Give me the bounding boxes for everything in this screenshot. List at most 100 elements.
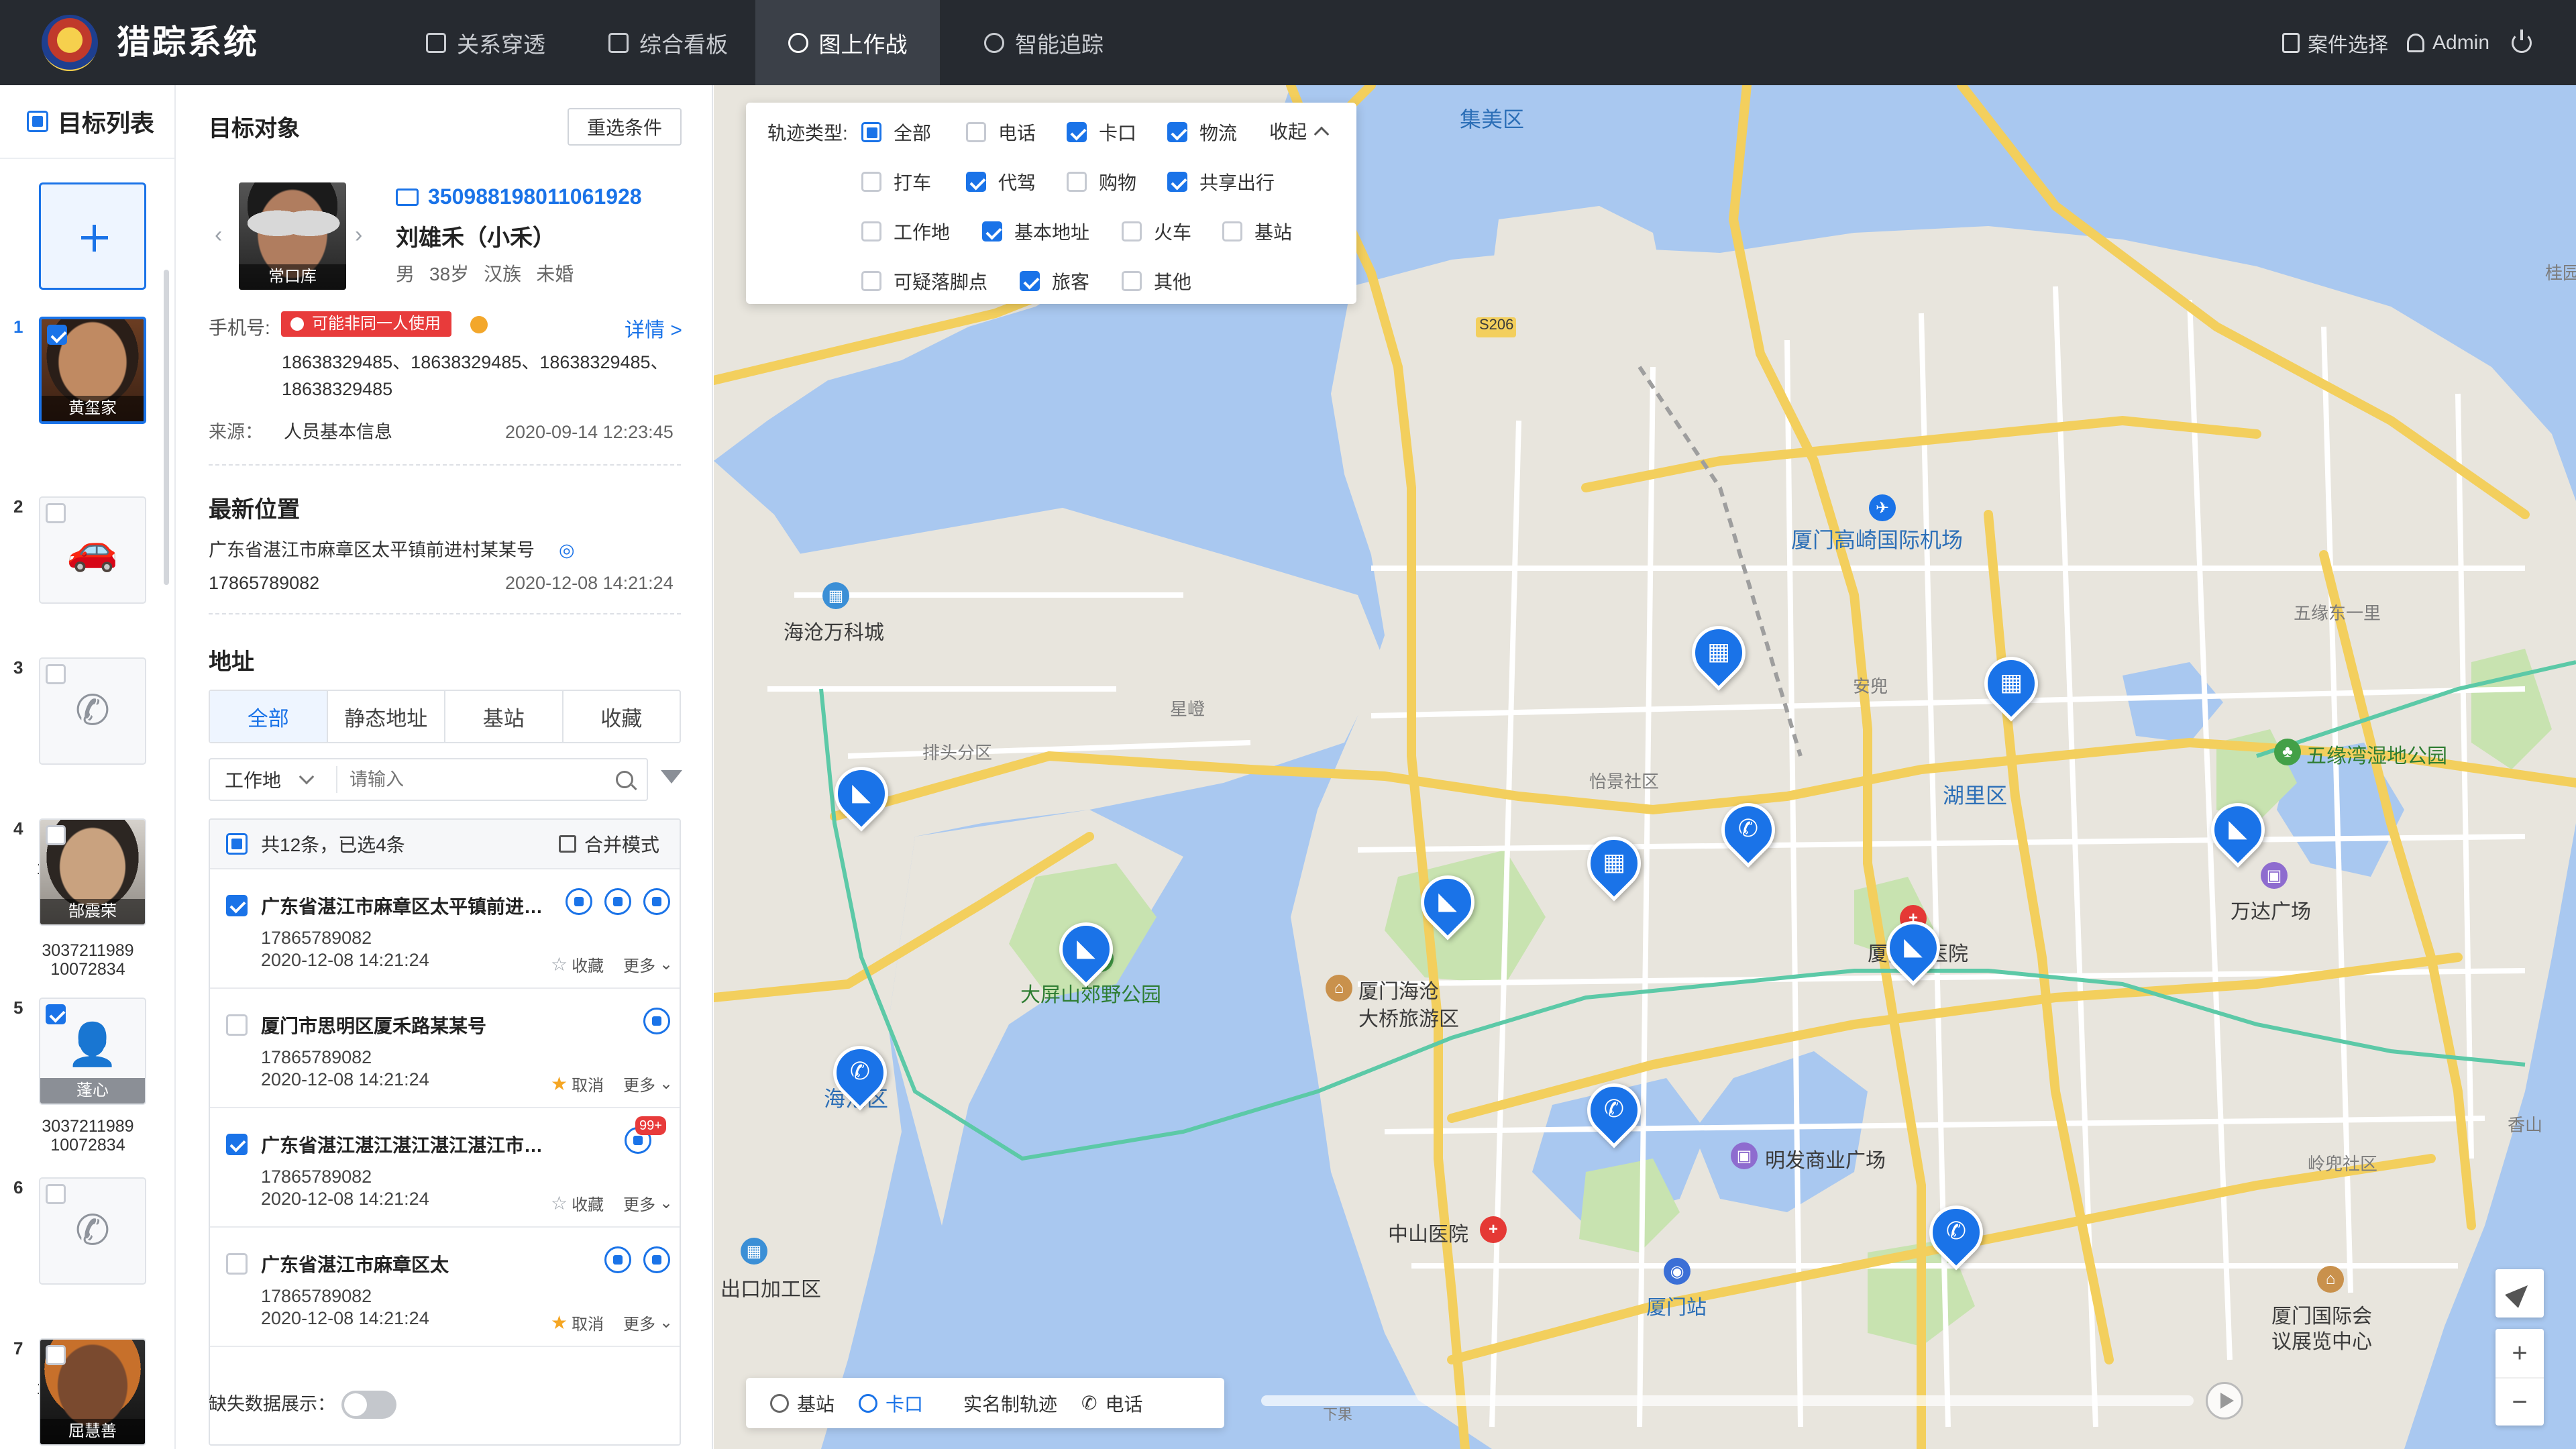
target-checkbox[interactable] [46, 1004, 66, 1024]
filter-checkbox[interactable] [966, 122, 986, 142]
address-row[interactable]: 厦门市思明区厦禾路某某号 17865789082 2020-12-08 14:2… [210, 989, 680, 1108]
prev-photo-chevron-icon[interactable]: ‹ [215, 222, 222, 248]
unfavorite-button[interactable]: ★ 取消 [551, 1311, 604, 1334]
checkpoint-icon[interactable] [604, 888, 631, 915]
address-checkbox[interactable] [226, 1014, 248, 1036]
merge-mode-button[interactable]: 合并模式 [558, 830, 659, 857]
favorite-button[interactable]: ☆ 收藏 [551, 1191, 604, 1215]
target-card[interactable]: 郜震荣 [39, 818, 146, 926]
filter-checkbox[interactable] [1020, 271, 1040, 291]
address-row[interactable]: 广东省湛江市麻章区太 17865789082 2020-12-08 14:21:… [210, 1228, 680, 1347]
checkpoint-map-pin[interactable]: ◣ [823, 755, 900, 832]
filter-checkbox[interactable] [1122, 271, 1142, 291]
timeline-slider[interactable] [1261, 1395, 2194, 1406]
filter-icon[interactable] [661, 770, 682, 784]
train-station-icon[interactable]: ◉ [1664, 1258, 1690, 1285]
filter-checkbox[interactable] [966, 172, 986, 192]
address-row[interactable]: 广东省湛江湛江湛江湛江湛江市麻章区太平镇 99+ 17865789082 202… [210, 1108, 680, 1228]
car-pin-icon[interactable] [643, 1008, 670, 1034]
collapse-filter-button[interactable]: 收起 [1269, 117, 1330, 144]
filter-option-passenger[interactable]: 旅客 [1020, 268, 1089, 294]
select-all-checkbox[interactable] [27, 111, 48, 132]
filter-option-base-station[interactable]: 基站 [1222, 218, 1292, 245]
select-all-address-checkbox[interactable] [226, 833, 248, 855]
filter-option-shopping[interactable]: 购物 [1067, 168, 1136, 195]
filter-checkbox[interactable] [1167, 172, 1187, 192]
more-button[interactable]: 更多 ⌄ [623, 1072, 673, 1095]
filter-checkbox[interactable] [861, 221, 881, 241]
warning-info-icon[interactable] [470, 316, 488, 333]
more-button[interactable]: 更多 ⌄ [623, 953, 673, 976]
more-button[interactable]: 更多 ⌄ [623, 1311, 673, 1334]
shopping-icon[interactable]: ▣ [2261, 862, 2288, 889]
zoom-in-button[interactable]: + [2512, 1329, 2527, 1377]
park-icon[interactable]: ♣ [2274, 739, 2301, 765]
shopping-icon[interactable]: ▣ [1731, 1142, 1758, 1169]
filter-option-shared-mobility[interactable]: 共享出行 [1167, 168, 1275, 195]
next-photo-chevron-icon[interactable]: › [355, 222, 362, 248]
building-map-pin[interactable]: ▦ [1576, 825, 1652, 902]
filter-option-designated-driver[interactable]: 代驾 [966, 168, 1036, 195]
attraction-icon[interactable]: ⌂ [1326, 975, 1352, 1002]
location-pin-icon[interactable]: ◎ [559, 537, 575, 564]
target-checkbox[interactable] [46, 825, 66, 845]
filter-option-other[interactable]: 其他 [1122, 268, 1191, 294]
filter-checkbox[interactable] [982, 221, 1002, 241]
target-checkbox[interactable] [47, 325, 67, 345]
address-search-input[interactable] [337, 769, 616, 790]
filter-option-basic-address[interactable]: 基本地址 [982, 218, 1089, 245]
phone-detail-link[interactable]: 详情 > [625, 313, 682, 343]
checkpoint-map-pin[interactable]: ◣ [1048, 911, 1124, 987]
car-pin-icon[interactable] [643, 1246, 670, 1273]
building-map-pin[interactable]: ▦ [1973, 645, 2049, 722]
nav-tab-tracking[interactable]: 智能追踪 [970, 0, 1118, 85]
filter-checkbox[interactable] [861, 122, 881, 142]
filter-checkbox[interactable] [1067, 172, 1087, 192]
filter-option-checkpoint[interactable]: 卡口 [1067, 119, 1136, 146]
filter-option-workplace[interactable]: 工作地 [861, 218, 950, 245]
legend-real-name-track[interactable]: 实名制轨迹 [963, 1390, 1057, 1417]
legend-checkpoint[interactable]: 卡口 [859, 1390, 923, 1417]
target-checkbox[interactable] [46, 503, 66, 523]
filter-option-phone[interactable]: 电话 [966, 119, 1036, 146]
more-button[interactable]: 更多 ⌄ [623, 1191, 673, 1215]
filter-checkbox[interactable] [861, 271, 881, 291]
airport-icon[interactable]: ✈ [1869, 494, 1896, 521]
checkpoint-map-pin[interactable]: ◣ [1875, 910, 1951, 986]
filter-checkbox[interactable] [1167, 122, 1187, 142]
target-card[interactable]: 屈慧善 [39, 1338, 146, 1446]
target-card[interactable]: 👤 蓬心 [39, 998, 146, 1105]
exhibition-icon[interactable]: ⌂ [2317, 1266, 2344, 1293]
phone-map-pin[interactable]: ✆ [1710, 792, 1786, 868]
target-card[interactable]: ✆ [39, 657, 146, 765]
tab-base-station[interactable]: 基站 [445, 691, 564, 742]
tab-static-address[interactable]: 静态地址 [328, 691, 445, 742]
filter-checkbox[interactable] [1122, 221, 1142, 241]
nav-tab-map-battle[interactable]: 图上作战 [755, 0, 940, 85]
legend-base-station[interactable]: 基站 [770, 1390, 835, 1417]
power-button[interactable] [2512, 0, 2532, 85]
play-button[interactable] [2206, 1382, 2243, 1419]
locate-button[interactable] [2496, 1269, 2544, 1318]
unfavorite-button[interactable]: ★ 取消 [551, 1072, 604, 1095]
building-poi-icon[interactable]: ▦ [741, 1238, 767, 1265]
target-card[interactable]: 🚗 [39, 496, 146, 604]
favorite-button[interactable]: ☆ 收藏 [551, 953, 604, 976]
legend-phone[interactable]: ✆ 电话 [1081, 1390, 1142, 1417]
zoom-out-button[interactable]: − [2496, 1377, 2544, 1426]
filter-option-all[interactable]: 全部 [861, 119, 931, 146]
target-card[interactable]: 黄玺家 [39, 317, 146, 424]
building-poi-icon[interactable]: ▦ [822, 582, 849, 609]
target-checkbox[interactable] [46, 664, 66, 684]
checkpoint-map-pin[interactable]: ◣ [2200, 792, 2276, 868]
address-checkbox[interactable] [226, 1134, 248, 1155]
target-card[interactable]: ✆ [39, 1177, 146, 1285]
filter-checkbox[interactable] [861, 172, 881, 192]
checkpoint-map-pin[interactable]: ◣ [1409, 864, 1486, 941]
checkpoint-icon[interactable] [566, 888, 592, 915]
search-icon[interactable] [616, 771, 633, 788]
nav-tab-dashboard[interactable]: 综合看板 [601, 0, 735, 85]
phone-map-pin[interactable]: ✆ [1918, 1194, 1994, 1271]
tab-favorites[interactable]: 收藏 [564, 691, 680, 742]
filter-option-logistics[interactable]: 物流 [1167, 119, 1237, 146]
